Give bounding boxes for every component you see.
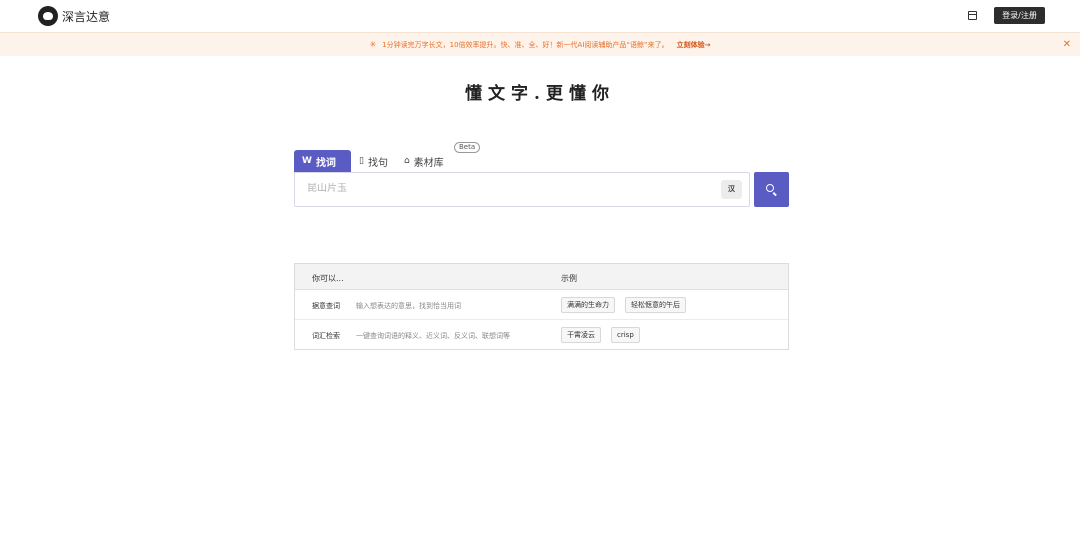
top-header: 深言达意 登录/注册 bbox=[0, 0, 1080, 32]
table-header: 你可以... 示例 bbox=[295, 264, 788, 290]
column-example: 示例 bbox=[561, 274, 577, 283]
page-title: 懂文字.更懂你 bbox=[465, 84, 615, 104]
table-row: 据意查词 输入想表达的意思，找到恰当用词 满满的生命力 轻松惬意的午后 bbox=[295, 290, 788, 320]
language-toggle[interactable]: 汉 bbox=[721, 180, 742, 199]
tab-label: 找句 bbox=[367, 157, 388, 169]
close-icon[interactable]: ✕ bbox=[1063, 39, 1071, 50]
example-chips: 满满的生命力 轻松惬意的午后 bbox=[561, 297, 686, 313]
table-row: 词汇检索 一键查询词语的释义、近义词、反义词、联想词等 干霄凌云 crisp bbox=[295, 320, 788, 350]
example-chips: 干霄凌云 crisp bbox=[561, 327, 640, 343]
tab-find-sentence[interactable]: ▯ 找句 bbox=[351, 150, 396, 172]
sentence-icon: ▯ bbox=[359, 156, 364, 166]
example-chip[interactable]: 干霄凌云 bbox=[561, 327, 601, 343]
home-icon: ⌂ bbox=[403, 156, 410, 166]
example-chip[interactable]: crisp bbox=[611, 327, 640, 343]
banner-text: 1分钟读完万字长文，10倍效率提升。快、准、全、好！新一代AI阅读辅助产品“语鲸… bbox=[382, 40, 669, 49]
example-chip[interactable]: 满满的生命力 bbox=[561, 297, 615, 313]
logo-text: 深言达意 bbox=[62, 9, 111, 24]
usage-guide-table: 你可以... 示例 据意查词 输入想表达的意思，找到恰当用词 满满的生命力 轻松… bbox=[294, 263, 789, 350]
row-desc: 输入想表达的意思，找到恰当用词 bbox=[356, 302, 461, 310]
search-icon bbox=[766, 184, 774, 192]
logo-icon bbox=[38, 6, 58, 26]
row-name: 据意查词 bbox=[312, 302, 340, 310]
example-chip[interactable]: 轻松惬意的午后 bbox=[625, 297, 686, 313]
login-register-button[interactable]: 登录/注册 bbox=[994, 7, 1045, 24]
search-box: 汉 bbox=[294, 172, 750, 207]
tab-find-word[interactable]: W 找词 bbox=[294, 150, 351, 172]
word-icon: W bbox=[302, 156, 312, 166]
search-tabs: W 找词 ▯ 找句 ⌂ 素材库 Beta bbox=[294, 142, 481, 172]
sparkle-icon: ✳ bbox=[369, 40, 377, 49]
search-input[interactable] bbox=[307, 183, 707, 194]
tab-label: 找词 bbox=[315, 157, 336, 169]
column-task: 你可以... bbox=[312, 274, 344, 283]
row-name: 词汇检索 bbox=[312, 332, 340, 340]
row-desc: 一键查询词语的释义、近义词、反义词、联想词等 bbox=[356, 332, 510, 340]
tab-label: 素材库 bbox=[413, 157, 444, 169]
promo-banner: ✳ 1分钟读完万字长文，10倍效率提升。快、准、全、好！新一代AI阅读辅助产品“… bbox=[0, 32, 1080, 56]
banner-try-link[interactable]: 立刻体验→ bbox=[677, 40, 711, 50]
calendar-icon[interactable] bbox=[968, 11, 977, 20]
beta-badge: Beta bbox=[454, 142, 481, 153]
tab-material-library[interactable]: ⌂ 素材库 bbox=[396, 150, 452, 172]
search-button[interactable] bbox=[754, 172, 789, 207]
logo[interactable]: 深言达意 bbox=[38, 6, 110, 26]
